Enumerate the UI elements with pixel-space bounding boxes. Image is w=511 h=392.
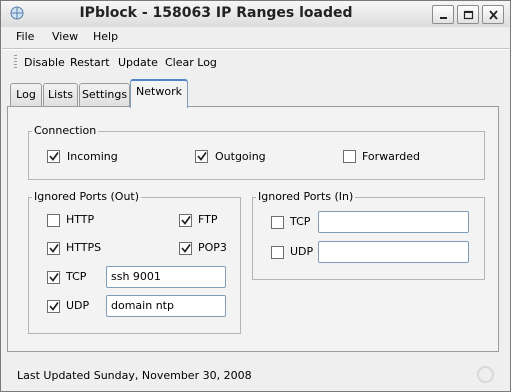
toolbar: Disable Restart Update Clear Log — [1, 50, 510, 74]
menu-help[interactable]: Help — [93, 30, 118, 43]
tab-network[interactable]: Network — [130, 79, 188, 108]
menu-file[interactable]: File — [16, 30, 34, 43]
tcp-in-label: TCP — [290, 215, 311, 228]
tcp-in-checkbox[interactable] — [271, 216, 284, 229]
checkmark-icon — [49, 302, 59, 311]
checkmark-icon — [181, 216, 191, 225]
tab-settings[interactable]: Settings — [79, 83, 130, 107]
clear-log-button[interactable]: Clear Log — [165, 56, 217, 69]
disable-button[interactable]: Disable — [24, 56, 65, 69]
maximize-button[interactable] — [457, 5, 479, 24]
connection-group: Connection Incoming Outgoing Forwarded — [28, 124, 485, 180]
udp-out-checkbox[interactable] — [47, 300, 60, 313]
tcp-out-checkbox[interactable] — [47, 271, 60, 284]
ignored-ports-in-title: Ignored Ports (In) — [256, 190, 356, 203]
https-out-label: HTTPS — [66, 241, 102, 254]
udp-in-label: UDP — [290, 245, 314, 258]
ftp-out-label: FTP — [198, 213, 218, 226]
checkmark-icon — [49, 244, 59, 253]
menu-bar: File View Help — [1, 27, 510, 47]
ignored-ports-out-group: Ignored Ports (Out) HTTP FTP HTTPS POP3 … — [28, 190, 241, 334]
checkmark-icon — [49, 152, 59, 161]
menu-view[interactable]: View — [52, 30, 78, 43]
title-bar[interactable]: IPblock - 158063 IP Ranges loaded — [1, 1, 510, 27]
connection-group-title: Connection — [32, 124, 99, 137]
outgoing-label: Outgoing — [215, 150, 266, 163]
close-button[interactable] — [482, 5, 504, 24]
status-bar-text: Last Updated Sunday, November 30, 2008 — [17, 369, 252, 382]
tab-bar: Log Lists Settings Network — [1, 79, 510, 108]
maximize-icon — [463, 10, 474, 20]
window-title: IPblock - 158063 IP Ranges loaded — [79, 5, 353, 21]
checkmark-icon — [181, 244, 191, 253]
tab-lists[interactable]: Lists — [43, 83, 78, 107]
forwarded-label: Forwarded — [362, 150, 420, 163]
minimize-button[interactable] — [432, 5, 454, 24]
ftp-out-checkbox[interactable] — [179, 214, 192, 227]
udp-in-checkbox[interactable] — [271, 246, 284, 259]
minimize-icon — [440, 17, 447, 19]
udp-in-ports-input[interactable] — [318, 241, 469, 263]
http-out-label: HTTP — [66, 213, 95, 226]
restart-button[interactable]: Restart — [70, 56, 110, 69]
busy-spinner-icon — [477, 366, 494, 383]
pop3-out-checkbox[interactable] — [179, 242, 192, 255]
tcp-out-label: TCP — [66, 270, 87, 283]
network-panel: Connection Incoming Outgoing Forwarded I… — [7, 106, 499, 352]
tcp-out-ports-input[interactable]: ssh 9001 — [106, 266, 226, 288]
tab-log[interactable]: Log — [10, 83, 42, 107]
https-out-checkbox[interactable] — [47, 242, 60, 255]
checkmark-icon — [49, 273, 59, 282]
pop3-out-label: POP3 — [198, 241, 227, 254]
tcp-in-ports-input[interactable] — [318, 211, 469, 233]
udp-out-label: UDP — [66, 299, 90, 312]
ignored-ports-out-title: Ignored Ports (Out) — [32, 190, 142, 203]
forwarded-checkbox[interactable] — [343, 150, 356, 163]
udp-out-ports-input[interactable]: domain ntp — [106, 295, 226, 317]
close-icon — [489, 10, 498, 20]
incoming-checkbox[interactable] — [47, 150, 60, 163]
incoming-label: Incoming — [67, 150, 118, 163]
update-button[interactable]: Update — [118, 56, 158, 69]
ignored-ports-in-group: Ignored Ports (In) TCP UDP — [252, 190, 485, 280]
http-out-checkbox[interactable] — [47, 214, 60, 227]
checkmark-icon — [197, 152, 207, 161]
toolbar-grip-handle[interactable] — [14, 55, 17, 69]
outgoing-checkbox[interactable] — [195, 150, 208, 163]
